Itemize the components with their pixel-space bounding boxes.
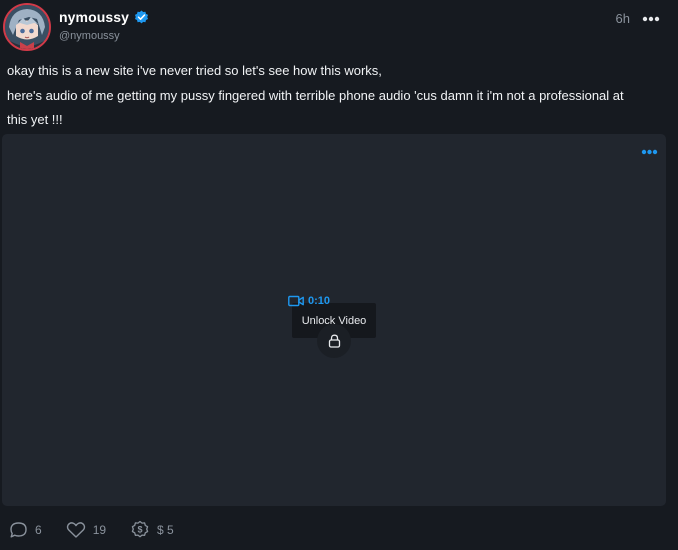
verified-badge-icon <box>135 9 149 23</box>
like-count: 19 <box>92 523 107 537</box>
post-actions: 6 19 $ $ 5 <box>9 519 198 541</box>
author-name-row: nymoussy <box>59 9 149 25</box>
unlock-button[interactable] <box>317 324 351 358</box>
post-header: nymoussy @nymoussy 6h <box>0 0 678 60</box>
video-camera-icon <box>288 295 304 307</box>
author-display-name[interactable]: nymoussy <box>59 9 129 25</box>
author-handle[interactable]: @nymoussy <box>59 30 120 42</box>
post-body-text: okay this is a new site i've never tried… <box>7 59 667 133</box>
comment-action[interactable]: 6 <box>9 521 42 539</box>
media-more-icon[interactable] <box>641 148 658 156</box>
locked-video-media[interactable]: Unlock Video 0:10 <box>2 134 666 506</box>
video-duration-text: 0:10 <box>308 295 331 307</box>
avatar-image <box>5 5 49 49</box>
svg-text:$: $ <box>138 525 143 535</box>
post-text-line: okay this is a new site i've never tried… <box>7 63 382 78</box>
tip-action[interactable]: $ $ 5 <box>130 520 174 540</box>
avatar[interactable] <box>3 3 51 51</box>
dollar-coin-icon: $ <box>131 520 149 538</box>
more-horizontal-icon[interactable] <box>642 14 660 24</box>
post-text-line: here's audio of me getting my pussy fing… <box>7 87 624 103</box>
tip-amount: $ 5 <box>157 523 174 537</box>
post-timestamp: 6h <box>615 11 630 26</box>
video-duration: 0:10 <box>288 295 330 307</box>
like-action[interactable]: 19 <box>66 521 106 539</box>
post-text-line: this yet !!! <box>7 112 63 127</box>
comment-icon <box>10 522 27 538</box>
unlock-overlay: Unlock Video 0:10 <box>288 294 384 358</box>
heart-icon <box>66 522 85 538</box>
comment-count: 6 <box>35 523 42 537</box>
lock-icon <box>328 334 340 348</box>
